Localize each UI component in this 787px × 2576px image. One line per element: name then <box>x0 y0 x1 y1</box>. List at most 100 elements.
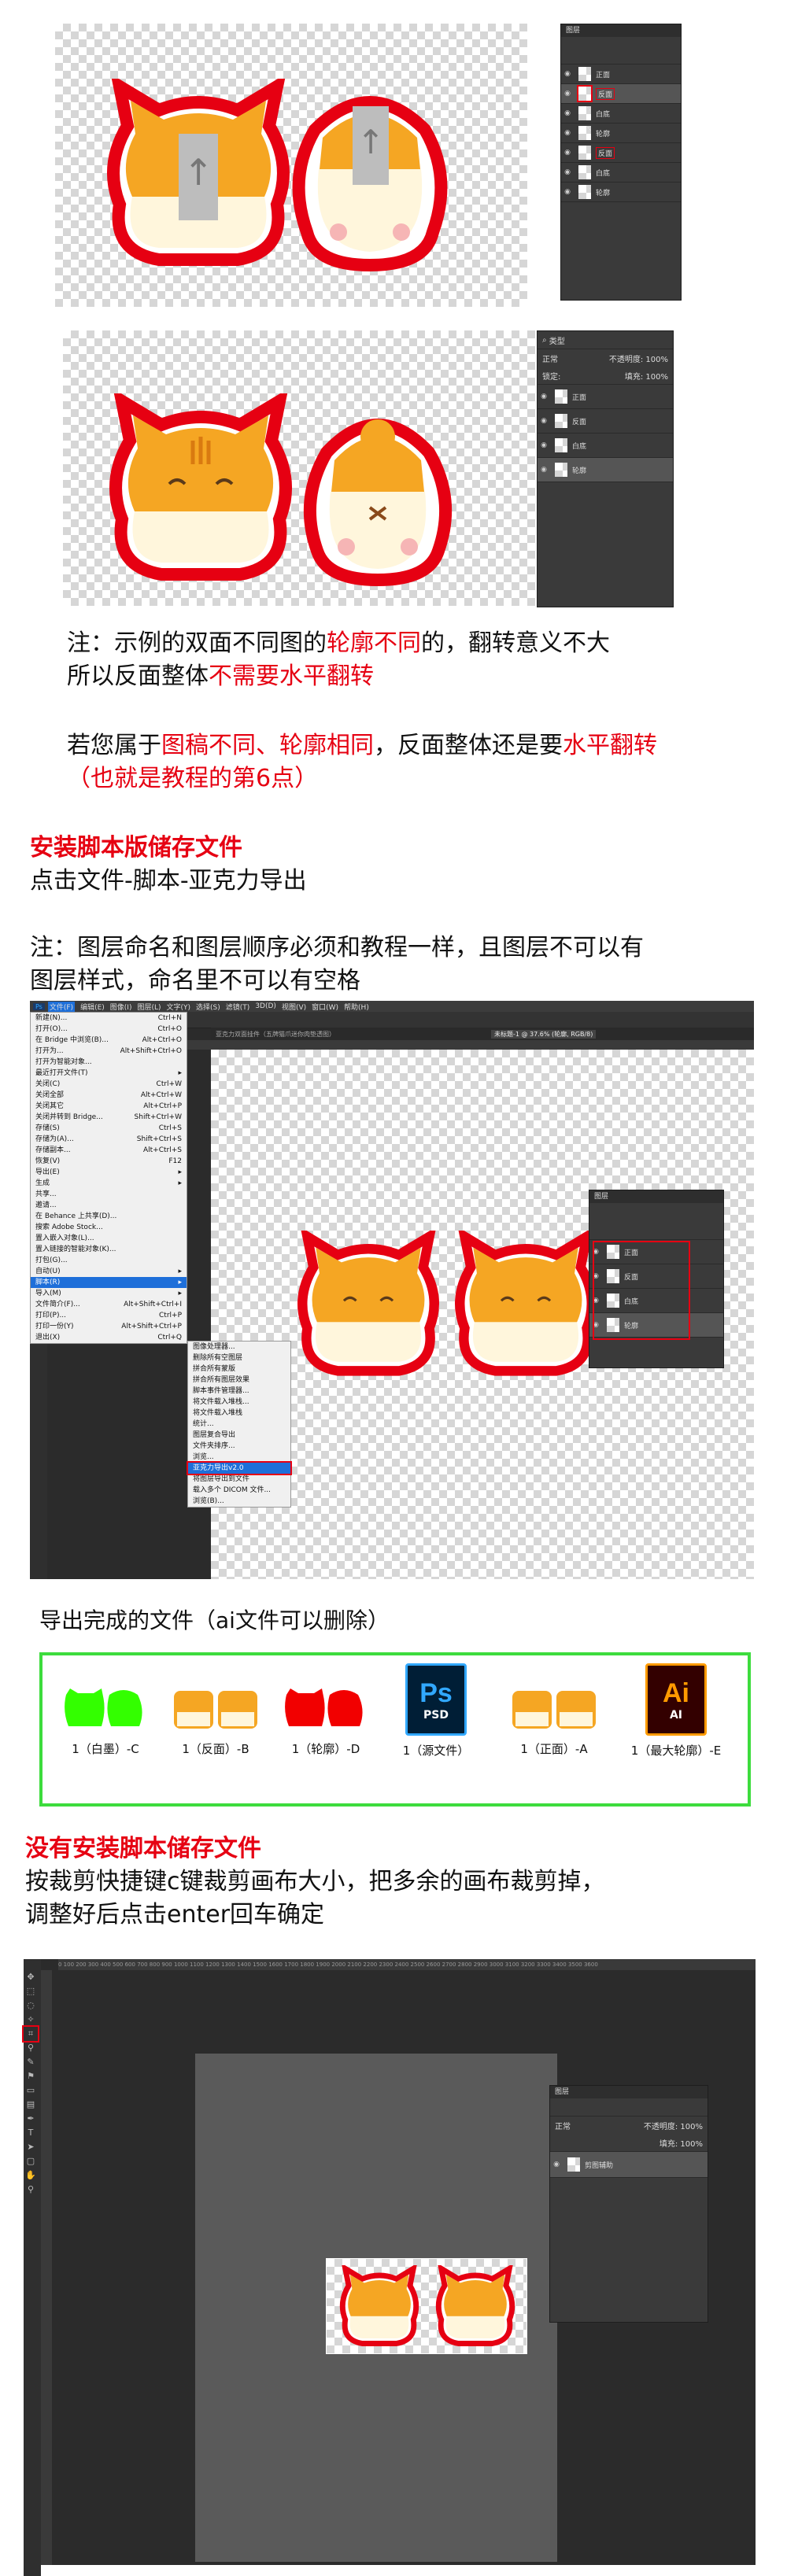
eye-icon[interactable]: ◉ <box>538 441 550 449</box>
file-menu-item[interactable]: 关闭(C) Ctrl+W <box>31 1079 187 1090</box>
file-menu-item[interactable]: 置入链接的智能对象(K)... <box>31 1244 187 1255</box>
file-menu-item[interactable]: 搜索 Adobe Stock... <box>31 1222 187 1233</box>
layer-row[interactable]: ◉ 正面 <box>538 385 673 409</box>
layer-row[interactable]: ◉ 轮廓 <box>561 183 681 202</box>
script-menu-item[interactable]: 将文件载入堆栈... <box>188 1397 290 1408</box>
file-menu-item[interactable]: 存储副本... Alt+Ctrl+S <box>31 1145 187 1156</box>
eye-icon[interactable]: ◉ <box>538 417 550 425</box>
script-menu-item[interactable]: 图层复合导出 <box>188 1430 290 1441</box>
script-menu-item[interactable]: 图像处理器... <box>188 1342 290 1353</box>
eyedropper-tool-icon[interactable]: ⚲ <box>24 2041 38 2055</box>
script-menu-item[interactable]: 浏览... <box>188 1452 290 1463</box>
file-outline[interactable]: 1（轮廓）-D <box>279 1687 373 1757</box>
eye-icon[interactable]: ◉ <box>561 168 574 176</box>
eye-icon[interactable]: ◉ <box>561 188 574 196</box>
file-menu-item[interactable]: 存储(S) Ctrl+S <box>31 1123 187 1134</box>
file-back[interactable]: 1（反面）-B <box>168 1687 263 1757</box>
opacity-field[interactable]: 不透明度: 100% <box>644 2120 703 2131</box>
fill-field[interactable]: 填充: 100% <box>660 2137 703 2149</box>
layer-row[interactable]: ◉ 反面 <box>561 84 681 104</box>
file-menu-item[interactable]: 最近打开文件(T) ▸ <box>31 1068 187 1079</box>
opacity-field[interactable]: 不透明度: 100% <box>609 352 668 364</box>
menu-window[interactable]: 窗口(W) <box>312 1002 338 1012</box>
file-menu-item[interactable]: 打包(G)... <box>31 1255 187 1266</box>
script-menu-item[interactable]: 浏览(B)... <box>188 1496 290 1507</box>
menu-view[interactable]: 视图(V) <box>282 1002 306 1012</box>
gradient-tool-icon[interactable]: ▤ <box>24 2098 38 2112</box>
marquee-tool-icon[interactable]: ⬚ <box>24 1984 38 1998</box>
eye-icon[interactable]: ◉ <box>550 2161 563 2168</box>
pen-tool-icon[interactable]: ✒ <box>24 2112 38 2126</box>
crop-tool-icon[interactable]: ⌗ <box>22 2025 39 2043</box>
file-max-outline-ai[interactable]: Ai AI 1（最大轮廓）-E <box>617 1663 735 1759</box>
eye-icon[interactable]: ◉ <box>538 466 550 474</box>
file-menu-item[interactable]: 脚本(R) ▸ <box>31 1277 187 1288</box>
tab-doc-1[interactable]: 亚克力双面挂件（五牌猫爪迷你肉垫透图） <box>216 1030 467 1039</box>
file-menu-item[interactable]: 关闭并转到 Bridge... Shift+Ctrl+W <box>31 1112 187 1123</box>
fill-field[interactable]: 填充: 100% <box>625 370 668 382</box>
file-menu-item[interactable]: 新建(N)... Ctrl+N <box>31 1013 187 1024</box>
layer-row[interactable]: ◉ 剪图辅助 <box>550 2152 708 2178</box>
file-menu-item[interactable]: 关闭其它 Alt+Ctrl+P <box>31 1101 187 1112</box>
file-menu-item[interactable]: 生成 ▸ <box>31 1178 187 1189</box>
file-menu-item[interactable]: 恢复(V) F12 <box>31 1156 187 1167</box>
zoom-tool-icon[interactable]: ⚲ <box>24 2183 38 2197</box>
file-menu-item[interactable]: 打印(P)... Ctrl+P <box>31 1310 187 1321</box>
search-icon[interactable]: ⌕ <box>542 336 547 345</box>
menu-type[interactable]: 文字(Y) <box>167 1002 191 1012</box>
tab-doc-2[interactable]: 未标题-1 @ 37.6% (轮廓, RGB/8) <box>491 1029 597 1039</box>
stamp-tool-icon[interactable]: ⚑ <box>24 2069 38 2083</box>
script-menu-item[interactable]: 亚克力导出v2.0 <box>187 1461 292 1475</box>
text-tool-icon[interactable]: T <box>24 2126 38 2140</box>
layer-row[interactable]: ◉ 反面 <box>538 409 673 434</box>
move-tool-icon[interactable]: ✥ <box>24 1970 38 1984</box>
menu-image[interactable]: 图像(I) <box>110 1002 132 1012</box>
file-menu-item[interactable]: 置入嵌入对象(L)... <box>31 1233 187 1244</box>
file-white-ink[interactable]: 1（白墨）-C <box>58 1687 153 1757</box>
script-menu-item[interactable]: 删除所有空图层 <box>188 1353 290 1364</box>
shape-tool-icon[interactable]: ▢ <box>24 2154 38 2168</box>
file-menu-item[interactable]: 在 Bridge 中浏览(B)... Alt+Ctrl+O <box>31 1035 187 1046</box>
layer-row[interactable]: ◉ 白底 <box>561 104 681 124</box>
script-menu-item[interactable]: 拼合所有图层效果 <box>188 1375 290 1386</box>
layer-row[interactable]: ◉ 白底 <box>561 163 681 183</box>
file-menu-item[interactable]: 导入(M) ▸ <box>31 1288 187 1299</box>
menu-help[interactable]: 帮助(H) <box>344 1002 369 1012</box>
file-source-psd[interactable]: Ps PSD 1（源文件） <box>389 1663 483 1759</box>
file-menu-item[interactable]: 自动(U) ▸ <box>31 1266 187 1277</box>
wand-tool-icon[interactable]: ✧ <box>24 2013 38 2027</box>
eye-icon[interactable]: ◉ <box>561 90 574 98</box>
layer-row[interactable]: ◉ 反面 <box>561 143 681 163</box>
file-menu-item[interactable]: 打开为智能对象... <box>31 1057 187 1068</box>
file-menu-item[interactable]: 共享... <box>31 1189 187 1200</box>
menu-3d[interactable]: 3D(D) <box>255 1002 276 1010</box>
file-menu-item[interactable]: 退出(X) Ctrl+Q <box>31 1332 187 1343</box>
file-menu-item[interactable]: 存储为(A)... Shift+Ctrl+S <box>31 1134 187 1145</box>
file-menu-item[interactable]: 文件简介(F)... Alt+Shift+Ctrl+I <box>31 1299 187 1310</box>
hand-tool-icon[interactable]: ✋ <box>24 2168 38 2183</box>
layer-row[interactable]: ◉ 轮廓 <box>561 124 681 143</box>
menu-layer[interactable]: 图层(L) <box>137 1002 161 1012</box>
eye-icon[interactable]: ◉ <box>561 149 574 157</box>
file-front[interactable]: 1（正面）-A <box>507 1687 601 1757</box>
script-menu-item[interactable]: 载入多个 DICOM 文件... <box>188 1485 290 1496</box>
layer-row[interactable]: ◉ 正面 <box>561 65 681 84</box>
menu-select[interactable]: 选择(S) <box>196 1002 220 1012</box>
file-menu-item[interactable]: 关闭全部 Alt+Ctrl+W <box>31 1090 187 1101</box>
layer-row[interactable]: ◉ 白底 <box>538 434 673 458</box>
eye-icon[interactable]: ◉ <box>561 129 574 137</box>
file-menu-item[interactable]: 邀请... <box>31 1200 187 1211</box>
layer-row[interactable]: ◉ 轮廓 <box>538 458 673 482</box>
script-menu-item[interactable]: 统计... <box>188 1419 290 1430</box>
script-menu-item[interactable]: 将图层导出到文件 <box>188 1474 290 1485</box>
menu-edit[interactable]: 编辑(E) <box>80 1002 105 1012</box>
eye-icon[interactable]: ◉ <box>538 393 550 400</box>
file-menu-item[interactable]: 打印一份(Y) Alt+Shift+Ctrl+P <box>31 1321 187 1332</box>
script-menu-item[interactable]: 拼合所有蒙版 <box>188 1364 290 1375</box>
menu-filter[interactable]: 滤镜(T) <box>226 1002 250 1012</box>
blend-mode-select[interactable]: 正常 <box>542 352 558 364</box>
file-menu-item[interactable]: 打开(O)... Ctrl+O <box>31 1024 187 1035</box>
brush-tool-icon[interactable]: ✎ <box>24 2055 38 2069</box>
file-menu-item[interactable]: 打开为... Alt+Shift+Ctrl+O <box>31 1046 187 1057</box>
script-menu-item[interactable]: 脚本事件管理器... <box>188 1386 290 1397</box>
